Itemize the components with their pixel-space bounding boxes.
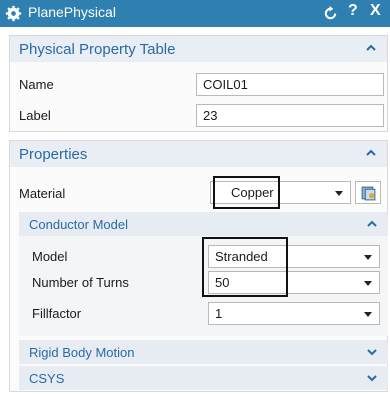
material-select[interactable]: Copper [210,181,351,204]
fillfactor-value: 1 [215,306,223,321]
reset-icon[interactable] [323,6,338,21]
gear-icon [5,5,22,22]
model-label: Model [32,249,68,264]
csys-title: CSYS [29,370,65,386]
help-button[interactable]: ? [348,2,358,20]
chevron-up-icon[interactable] [366,218,378,230]
close-button[interactable]: X [370,2,381,20]
conductor-model-panel: Conductor Model Model Stranded Number of… [19,212,388,336]
label-field[interactable]: 23 [196,104,384,127]
dialog-titlebar: PlanePhysical ? X [0,0,390,27]
number-of-turns-select[interactable]: 50 [208,271,380,294]
model-value: Stranded [215,249,268,264]
material-label: Material [19,186,66,201]
material-library-button[interactable] [355,181,381,204]
conductor-model-header[interactable]: Conductor Model [19,212,388,236]
properties-header[interactable]: Properties [10,141,387,167]
name-label: Name [19,77,54,92]
name-field[interactable]: COIL01 [196,73,384,96]
conductor-model-title: Conductor Model [29,216,128,232]
fillfactor-select[interactable]: 1 [208,302,380,325]
rigid-body-motion-title: Rigid Body Motion [29,344,135,360]
chevron-down-icon[interactable] [366,346,378,358]
physical-property-table-panel: Physical Property Table Name COIL01 Labe… [9,35,388,132]
chevron-down-icon [335,191,343,196]
chevron-down-icon[interactable] [366,372,378,384]
fillfactor-label: Fillfactor [32,306,82,321]
chevron-down-icon [364,255,372,260]
number-of-turns-value: 50 [215,275,230,290]
model-select[interactable]: Stranded [208,245,380,268]
chevron-up-icon[interactable] [365,42,377,54]
number-of-turns-label: Number of Turns [32,275,129,290]
material-value: Copper [231,185,274,200]
chevron-up-icon[interactable] [365,147,377,159]
csys-header[interactable]: CSYS [19,366,388,390]
material-library-icon [361,186,376,201]
rigid-body-motion-header[interactable]: Rigid Body Motion [19,340,388,364]
chevron-down-icon [364,281,372,286]
chevron-down-icon [364,312,372,317]
properties-title: Properties [19,145,88,163]
dialog-title: PlanePhysical [28,4,116,20]
label-label: Label [19,108,51,123]
physical-property-table-title: Physical Property Table [19,40,176,58]
physical-property-table-header[interactable]: Physical Property Table [10,36,387,62]
